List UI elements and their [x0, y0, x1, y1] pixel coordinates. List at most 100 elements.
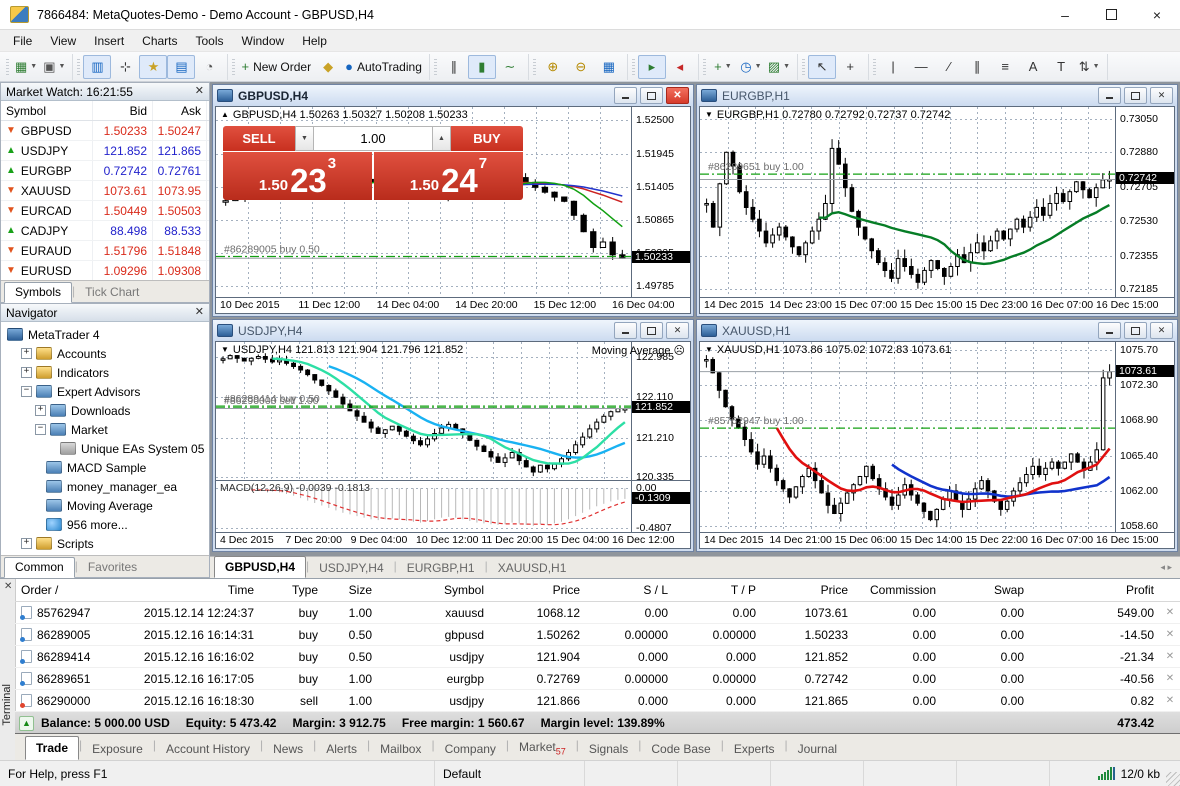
terminal-tab-mailbox[interactable]: Mailbox: [370, 738, 431, 760]
buy-button[interactable]: BUY: [451, 126, 523, 151]
market-watch-row[interactable]: ▼ GBPUSD 1.50233 1.50247: [1, 121, 209, 141]
vertical-line-button[interactable]: |: [879, 55, 907, 79]
minimize-button[interactable]: [614, 322, 637, 339]
chart-tab-gbpusd-h4[interactable]: GBPUSD,H4: [214, 556, 307, 578]
arrow-tools-button[interactable]: ⇅ ▼: [1075, 55, 1103, 79]
close-order-icon[interactable]: ✕: [1160, 673, 1180, 684]
tree-expander-icon[interactable]: +: [21, 367, 32, 378]
column-header[interactable]: Ask: [153, 101, 207, 120]
minimize-button[interactable]: [1098, 322, 1121, 339]
chart-plot[interactable]: #86289414 buy 0.50 #86290000 sell 1.00: [216, 342, 632, 481]
market-watch-row[interactable]: ▼ EURAUD 1.51796 1.51848: [1, 241, 209, 261]
chart-tab-xauusd-h1[interactable]: XAUUSD,H1: [488, 558, 577, 578]
tab-tick-chart[interactable]: Tick Chart: [75, 283, 149, 302]
close-order-icon[interactable]: ✕: [1160, 607, 1180, 618]
sell-button[interactable]: SELL: [223, 126, 295, 151]
column-header[interactable]: Symbol: [1, 101, 93, 120]
new-chart-button[interactable]: ▦ ▼: [12, 55, 40, 79]
close-order-icon[interactable]: ✕: [1160, 629, 1180, 640]
market-watch-row[interactable]: ▲ EURGBP 0.72742 0.72761: [1, 161, 209, 181]
menu-view[interactable]: View: [41, 32, 85, 50]
market-watch-row[interactable]: ▲ CADJPY 88.498 88.533: [1, 221, 209, 241]
chart-tab-eurgbp-h1[interactable]: EURGBP,H1: [397, 558, 485, 578]
close-order-icon[interactable]: ✕: [1160, 695, 1180, 706]
terminal-tab-journal[interactable]: Journal: [788, 738, 847, 760]
navigator-item-indicators[interactable]: + Indicators: [1, 363, 209, 382]
navigator-item-downloads[interactable]: + Downloads: [1, 401, 209, 420]
navigator-item-expert-advisors[interactable]: − Expert Advisors: [1, 382, 209, 401]
close-order-icon[interactable]: ✕: [1160, 651, 1180, 662]
text-button[interactable]: A: [1019, 55, 1047, 79]
periods-button[interactable]: ◷ ▼: [737, 55, 765, 79]
volume-increase-button[interactable]: ▲: [432, 126, 451, 151]
minimize-button[interactable]: –: [1042, 0, 1088, 29]
resize-grip[interactable]: [1166, 772, 1180, 786]
menu-help[interactable]: Help: [293, 32, 336, 50]
close-button[interactable]: ✕: [666, 322, 689, 339]
autotrading-button[interactable]: ● AutoTrading: [342, 55, 425, 79]
tree-expander-icon[interactable]: +: [21, 348, 32, 359]
volume-input[interactable]: 1.00: [314, 126, 432, 151]
bar-chart-button[interactable]: ∥: [440, 55, 468, 79]
navigator-item-metatrader-4[interactable]: MetaTrader 4: [1, 325, 209, 344]
close-icon[interactable]: ✕: [195, 86, 204, 97]
indicators-button[interactable]: + ▼: [709, 55, 737, 79]
app-icon[interactable]: [10, 6, 29, 23]
order-row[interactable]: 86289005 2015.12.16 16:14:31 buy 0.50 gbpusd…: [15, 624, 1180, 646]
column-header[interactable]: Bid: [93, 101, 153, 120]
chart-shift-button[interactable]: ◂: [666, 55, 694, 79]
column-header[interactable]: Price: [490, 583, 586, 597]
chart-plot[interactable]: #86289651 buy 1.00: [700, 107, 1116, 298]
terminal-tab-account-history[interactable]: Account History: [156, 738, 260, 760]
chart-window-titlebar[interactable]: USDJPY,H4 ✕: [213, 320, 693, 341]
menu-charts[interactable]: Charts: [133, 32, 186, 50]
menu-file[interactable]: File: [4, 32, 41, 50]
terminal-tab-trade[interactable]: Trade: [25, 736, 80, 760]
terminal-tab-signals[interactable]: Signals: [579, 738, 638, 760]
templates-button[interactable]: ▨ ▼: [765, 55, 793, 79]
terminal-tab-alerts[interactable]: Alerts: [316, 738, 367, 760]
column-header[interactable]: Commission: [854, 583, 942, 597]
column-header[interactable]: Time: [115, 583, 260, 597]
column-header[interactable]: Swap: [942, 583, 1030, 597]
order-row[interactable]: 86290000 2015.12.16 16:18:30 sell 1.00 usdjp…: [15, 690, 1180, 712]
text-label-button[interactable]: T: [1047, 55, 1075, 79]
sell-price-button[interactable]: 1.50 23 3: [223, 152, 372, 200]
menu-tools[interactable]: Tools: [187, 32, 233, 50]
data-window-button[interactable]: ⊹: [111, 55, 139, 79]
column-header[interactable]: Type: [260, 583, 324, 597]
column-header[interactable]: Profit: [1030, 583, 1160, 597]
menu-insert[interactable]: Insert: [85, 32, 133, 50]
maximize-button[interactable]: [640, 322, 663, 339]
tab-scroll-arrows[interactable]: ◂ ▸: [1160, 562, 1172, 573]
collapse-toggle-icon[interactable]: ▼: [221, 345, 229, 354]
navigator-item-moving-average[interactable]: Moving Average: [1, 496, 209, 515]
minimize-button[interactable]: [614, 87, 637, 104]
column-header[interactable]: Price: [762, 583, 854, 597]
maximize-button[interactable]: [1124, 87, 1147, 104]
line-chart-button[interactable]: ∼: [496, 55, 524, 79]
navigator-item-market[interactable]: − Market: [1, 420, 209, 439]
menu-window[interactable]: Window: [233, 32, 294, 50]
close-icon[interactable]: ✕: [4, 582, 12, 592]
zoom-in-button[interactable]: ⊕: [539, 55, 567, 79]
navigator-button[interactable]: ★: [139, 54, 168, 79]
chart-tab-usdjpy-h4[interactable]: USDJPY,H4: [309, 558, 393, 578]
auto-scroll-button[interactable]: ▸: [637, 54, 666, 79]
tree-expander-icon[interactable]: +: [21, 538, 32, 549]
collapse-toggle-icon[interactable]: ▲: [221, 110, 229, 119]
navigator-item-unique-eas-system-05[interactable]: Unique EAs System 05: [1, 439, 209, 458]
navigator-item-money-manager-ea[interactable]: money_manager_ea: [1, 477, 209, 496]
candlestick-chart-button[interactable]: ▮: [467, 54, 496, 79]
metaeditor-button[interactable]: ◆: [314, 55, 342, 79]
market-watch-row[interactable]: ▼ EURCAD 1.50449 1.50503: [1, 201, 209, 221]
terminal-tab-company[interactable]: Company: [435, 738, 506, 760]
tile-windows-button[interactable]: ▦: [595, 55, 623, 79]
volume-decrease-button[interactable]: ▼: [295, 126, 314, 151]
market-watch-row[interactable]: ▼ EURUSD 1.09296 1.09308: [1, 261, 209, 281]
maximize-button[interactable]: [640, 87, 663, 104]
chart-plot[interactable]: #85762947 buy 1.00: [700, 342, 1116, 533]
market-watch-button[interactable]: ▥: [83, 54, 112, 79]
market-watch-row[interactable]: ▼ XAUUSD 1073.61 1073.95: [1, 181, 209, 201]
close-button[interactable]: ✕: [666, 87, 689, 104]
